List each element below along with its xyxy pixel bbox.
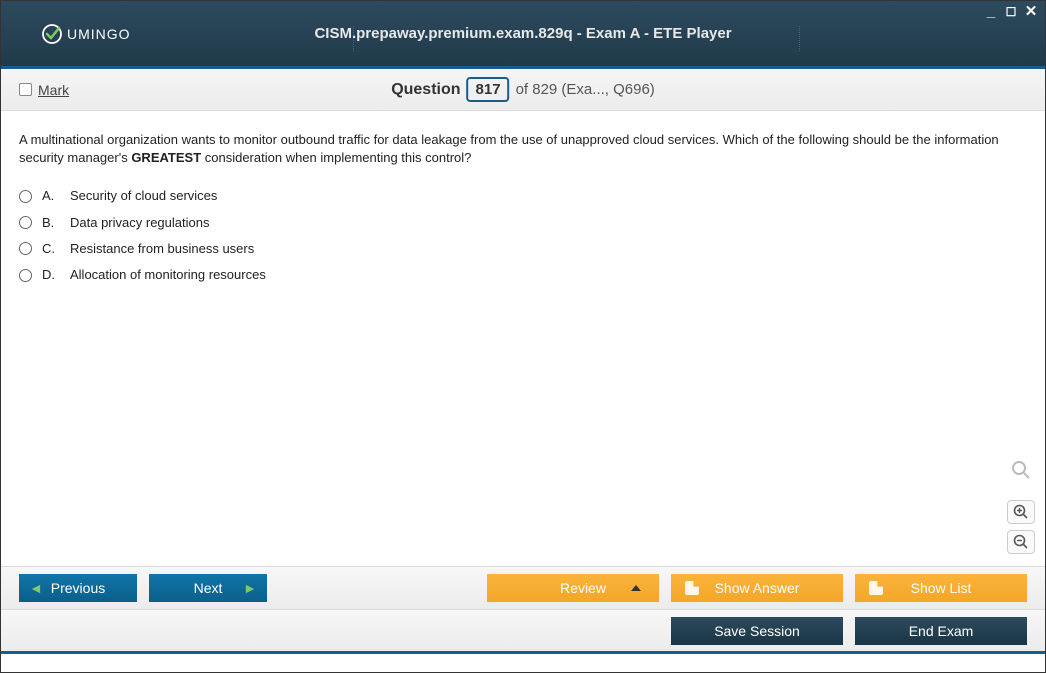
search-icon[interactable] <box>1011 460 1031 488</box>
minimize-icon[interactable]: _ <box>983 5 999 19</box>
maximize-icon[interactable]: ☐ <box>1003 5 1019 19</box>
window-title: CISM.prepaway.premium.exam.829q - Exam A… <box>314 25 731 42</box>
arrow-left-icon: ◄ <box>29 580 43 596</box>
title-divider <box>799 26 800 51</box>
nav-footer: ◄ Previous Next ► Review Show Answer Sho… <box>1 566 1045 610</box>
triangle-up-icon <box>631 585 641 591</box>
previous-button[interactable]: ◄ Previous <box>19 574 137 602</box>
question-label: Question <box>391 81 460 99</box>
option-a[interactable]: A. Security of cloud services <box>19 183 1027 209</box>
save-session-label: Save Session <box>714 623 800 639</box>
option-text: Security of cloud services <box>70 187 217 205</box>
save-session-button[interactable]: Save Session <box>671 617 843 645</box>
previous-label: Previous <box>51 580 105 596</box>
question-position: Question 817 of 829 (Exa..., Q696) <box>391 77 655 102</box>
question-bar: Mark Question 817 of 829 (Exa..., Q696) <box>1 69 1045 111</box>
show-answer-button[interactable]: Show Answer <box>671 574 843 602</box>
show-answer-label: Show Answer <box>715 580 800 596</box>
zoom-in-icon[interactable] <box>1007 500 1035 524</box>
option-text: Resistance from business users <box>70 240 254 258</box>
session-footer: Save Session End Exam <box>1 610 1045 654</box>
option-c[interactable]: C. Resistance from business users <box>19 236 1027 262</box>
window-controls: _ ☐ ✕ <box>983 5 1039 19</box>
question-content: A multinational organization wants to mo… <box>1 111 1045 566</box>
option-text: Allocation of monitoring resources <box>70 266 266 284</box>
question-text: A multinational organization wants to mo… <box>19 131 1027 167</box>
radio-icon[interactable] <box>19 190 32 203</box>
puzzle-icon <box>869 581 883 595</box>
arrow-right-icon: ► <box>243 580 257 596</box>
question-text-post: consideration when implementing this con… <box>201 150 471 165</box>
option-letter: C. <box>42 240 60 258</box>
option-text: Data privacy regulations <box>70 214 209 232</box>
logo: UMINGO <box>41 23 131 45</box>
logo-check-icon <box>41 23 63 45</box>
mark-control[interactable]: Mark <box>19 82 69 98</box>
radio-icon[interactable] <box>19 242 32 255</box>
mark-checkbox[interactable] <box>19 83 32 96</box>
title-bar: UMINGO CISM.prepaway.premium.exam.829q -… <box>1 1 1045 69</box>
review-button[interactable]: Review <box>487 574 659 602</box>
option-b[interactable]: B. Data privacy regulations <box>19 210 1027 236</box>
radio-icon[interactable] <box>19 216 32 229</box>
option-letter: B. <box>42 214 60 232</box>
review-label: Review <box>560 580 606 596</box>
option-letter: A. <box>42 187 60 205</box>
end-exam-button[interactable]: End Exam <box>855 617 1027 645</box>
option-letter: D. <box>42 266 60 284</box>
show-list-button[interactable]: Show List <box>855 574 1027 602</box>
zoom-out-icon[interactable] <box>1007 530 1035 554</box>
next-label: Next <box>194 580 223 596</box>
question-number[interactable]: 817 <box>467 77 510 102</box>
close-icon[interactable]: ✕ <box>1023 5 1039 19</box>
show-list-label: Show List <box>911 580 972 596</box>
next-button[interactable]: Next ► <box>149 574 267 602</box>
mark-label[interactable]: Mark <box>38 82 69 98</box>
logo-text: UMINGO <box>67 26 131 42</box>
option-d[interactable]: D. Allocation of monitoring resources <box>19 262 1027 288</box>
puzzle-icon <box>685 581 699 595</box>
end-exam-label: End Exam <box>909 623 974 639</box>
radio-icon[interactable] <box>19 269 32 282</box>
zoom-tools <box>1007 460 1035 554</box>
question-text-bold: GREATEST <box>131 150 201 165</box>
question-of-text: of 829 (Exa..., Q696) <box>516 81 655 98</box>
